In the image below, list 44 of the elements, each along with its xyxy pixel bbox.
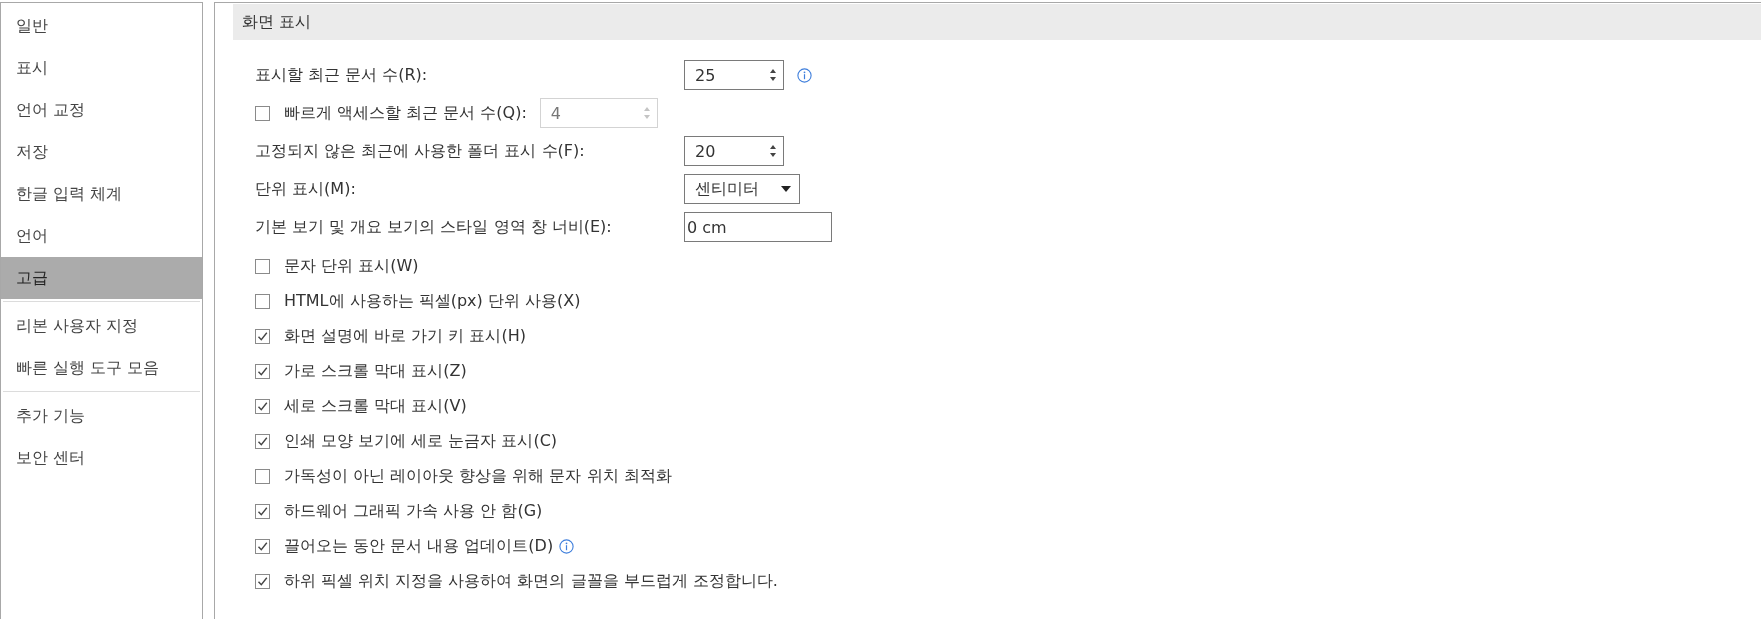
section-heading: 화면 표시: [233, 4, 1761, 40]
unit-dropdown[interactable]: 센티미터: [684, 174, 800, 204]
width-input-field[interactable]: 0 cm: [684, 212, 832, 242]
checkbox-label: 가독성이 아닌 레이아웃 향상을 위해 문자 위치 최적화: [284, 466, 672, 487]
info-icon[interactable]: [559, 539, 575, 554]
checkbox[interactable]: [255, 434, 270, 449]
checkbox-label: 끌어오는 동안 문서 내용 업데이트(D): [284, 536, 554, 557]
sidebar-item[interactable]: 일반: [1, 5, 202, 47]
sidebar-item[interactable]: 한글 입력 체계: [1, 173, 202, 215]
checkbox[interactable]: [255, 469, 270, 484]
checkbox[interactable]: [255, 294, 270, 309]
checkbox-label: 인쇄 모양 보기에 세로 눈금자 표시(C): [284, 431, 558, 452]
checkbox-label: 하위 픽셀 위치 지정을 사용하여 화면의 글꼴을 부드럽게 조정합니다.: [284, 571, 778, 592]
checkbox[interactable]: [255, 259, 270, 274]
checkbox[interactable]: [255, 539, 270, 554]
checkbox-label: 문자 단위 표시(W): [284, 256, 419, 277]
number-spinner[interactable]: 20: [684, 136, 784, 166]
setting-label: 빠르게 액세스할 최근 문서 수(Q):: [284, 102, 527, 124]
sidebar-item[interactable]: 리본 사용자 지정: [1, 305, 202, 347]
sidebar-item[interactable]: 언어: [1, 215, 202, 257]
setting-label: 단위 표시(M):: [255, 178, 357, 200]
caret-icon: [781, 186, 791, 192]
checkbox[interactable]: [255, 504, 270, 519]
number-spinner[interactable]: 25: [684, 60, 784, 90]
sidebar-item[interactable]: 추가 기능: [1, 395, 202, 437]
sidebar-item[interactable]: 보안 센터: [1, 437, 202, 479]
checkbox-label: 하드웨어 그래픽 가속 사용 안 함(G): [284, 501, 543, 522]
checkbox-label: HTML에 사용하는 픽셀(px) 단위 사용(X): [284, 291, 581, 312]
sidebar-item[interactable]: 표시: [1, 47, 202, 89]
checkbox-label: 세로 스크롤 막대 표시(V): [284, 396, 467, 417]
checkbox[interactable]: [255, 364, 270, 379]
sidebar-item[interactable]: 고급: [1, 257, 202, 299]
checkbox[interactable]: [255, 329, 270, 344]
setting-label: 기본 보기 및 개요 보기의 스타일 영역 창 너비(E):: [255, 216, 613, 238]
sidebar-item[interactable]: 빠른 실행 도구 모음: [1, 347, 202, 389]
checkbox-label: 가로 스크롤 막대 표시(Z): [284, 361, 467, 382]
setting-label: 표시할 최근 문서 수(R):: [255, 64, 429, 86]
setting-label: 고정되지 않은 최근에 사용한 폴더 표시 수(F):: [255, 140, 586, 162]
sidebar-item[interactable]: 언어 교정: [1, 89, 202, 131]
checkbox-label: 화면 설명에 바로 가기 키 표시(H): [284, 326, 526, 347]
checkbox[interactable]: [255, 574, 270, 589]
checkbox[interactable]: [255, 399, 270, 414]
sidebar-item[interactable]: 저장: [1, 131, 202, 173]
info-icon[interactable]: [797, 67, 812, 83]
